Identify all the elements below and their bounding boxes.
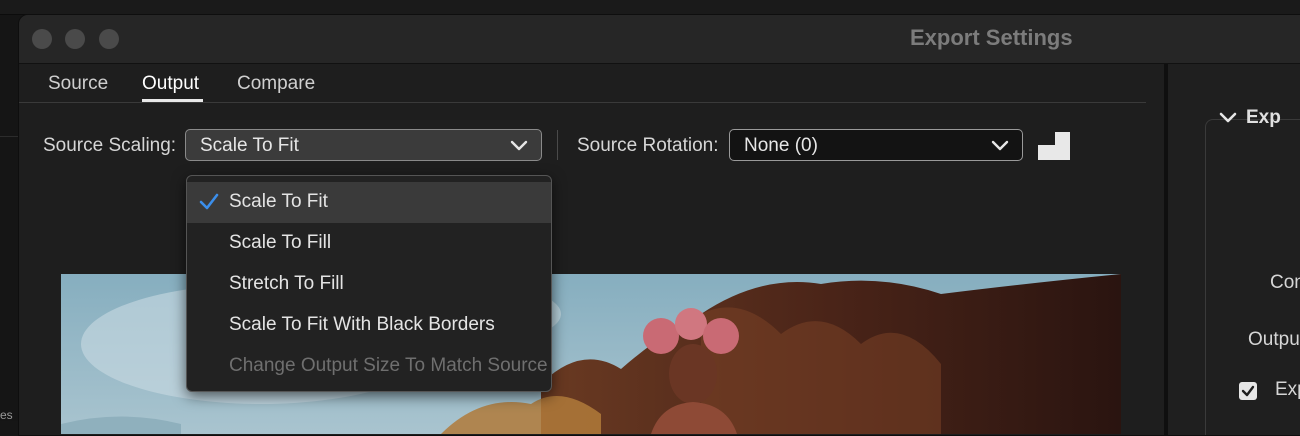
chevron-down-icon[interactable]	[1219, 110, 1237, 126]
export-checkbox[interactable]	[1239, 382, 1257, 400]
field-label: Con	[1270, 272, 1300, 293]
source-scaling-select[interactable]: Scale To Fit	[185, 129, 542, 161]
menu-item-label: Stretch To Fill	[229, 273, 344, 294]
checkmark-icon	[1241, 385, 1255, 397]
source-scaling-label: Source Scaling:	[43, 135, 177, 156]
menu-item-stretch-to-fill[interactable]: Stretch To Fill	[187, 264, 551, 305]
source-rotation-value: None (0)	[744, 135, 818, 156]
export-settings-panel: Exp Con Outpu Exp	[1168, 64, 1300, 435]
rotate-icon[interactable]	[1038, 132, 1070, 160]
menu-item-label: Scale To Fit With Black Borders	[229, 314, 495, 335]
background-divider	[0, 136, 18, 137]
toolbar-separator	[557, 130, 558, 160]
source-rotation-select[interactable]: None (0)	[729, 129, 1023, 161]
tab-bar: Source Output Compare	[19, 64, 1146, 103]
checkmark-icon	[199, 193, 219, 210]
tab-source[interactable]: Source	[48, 73, 108, 95]
zoom-window-button[interactable]	[99, 29, 119, 49]
background-text: es	[0, 408, 13, 422]
export-settings-window: Export Settings Source Output Compare So…	[18, 14, 1300, 436]
title-bar[interactable]: Export Settings	[19, 15, 1300, 64]
window-title: Export Settings	[910, 25, 1073, 50]
menu-item-scale-to-fit[interactable]: Scale To Fit	[187, 182, 551, 223]
section-title[interactable]: Exp	[1246, 107, 1281, 129]
background-toolbar	[0, 0, 1300, 15]
menu-item-scale-to-fill[interactable]: Scale To Fill	[187, 223, 551, 264]
chevron-down-icon	[991, 140, 1009, 151]
menu-item-label: Scale To Fit	[229, 191, 328, 212]
source-scaling-dropdown-menu: Scale To Fit Scale To Fill Stretch To Fi…	[186, 175, 552, 392]
source-scaling-value: Scale To Fit	[200, 135, 299, 156]
active-tab-indicator	[142, 99, 203, 102]
menu-item-label: Change Output Size To Match Source	[229, 355, 548, 376]
checkbox-label: Exp	[1275, 379, 1300, 400]
minimize-window-button[interactable]	[65, 29, 85, 49]
tab-output[interactable]: Output	[142, 73, 199, 95]
menu-item-change-output-size: Change Output Size To Match Source	[187, 346, 551, 387]
menu-item-scale-to-fit-black-borders[interactable]: Scale To Fit With Black Borders	[187, 305, 551, 346]
chevron-down-icon	[510, 140, 528, 151]
source-rotation-label: Source Rotation:	[577, 135, 719, 156]
tab-compare[interactable]: Compare	[237, 73, 315, 95]
close-window-button[interactable]	[32, 29, 52, 49]
menu-item-label: Scale To Fill	[229, 232, 332, 253]
field-label: Outpu	[1248, 329, 1300, 350]
